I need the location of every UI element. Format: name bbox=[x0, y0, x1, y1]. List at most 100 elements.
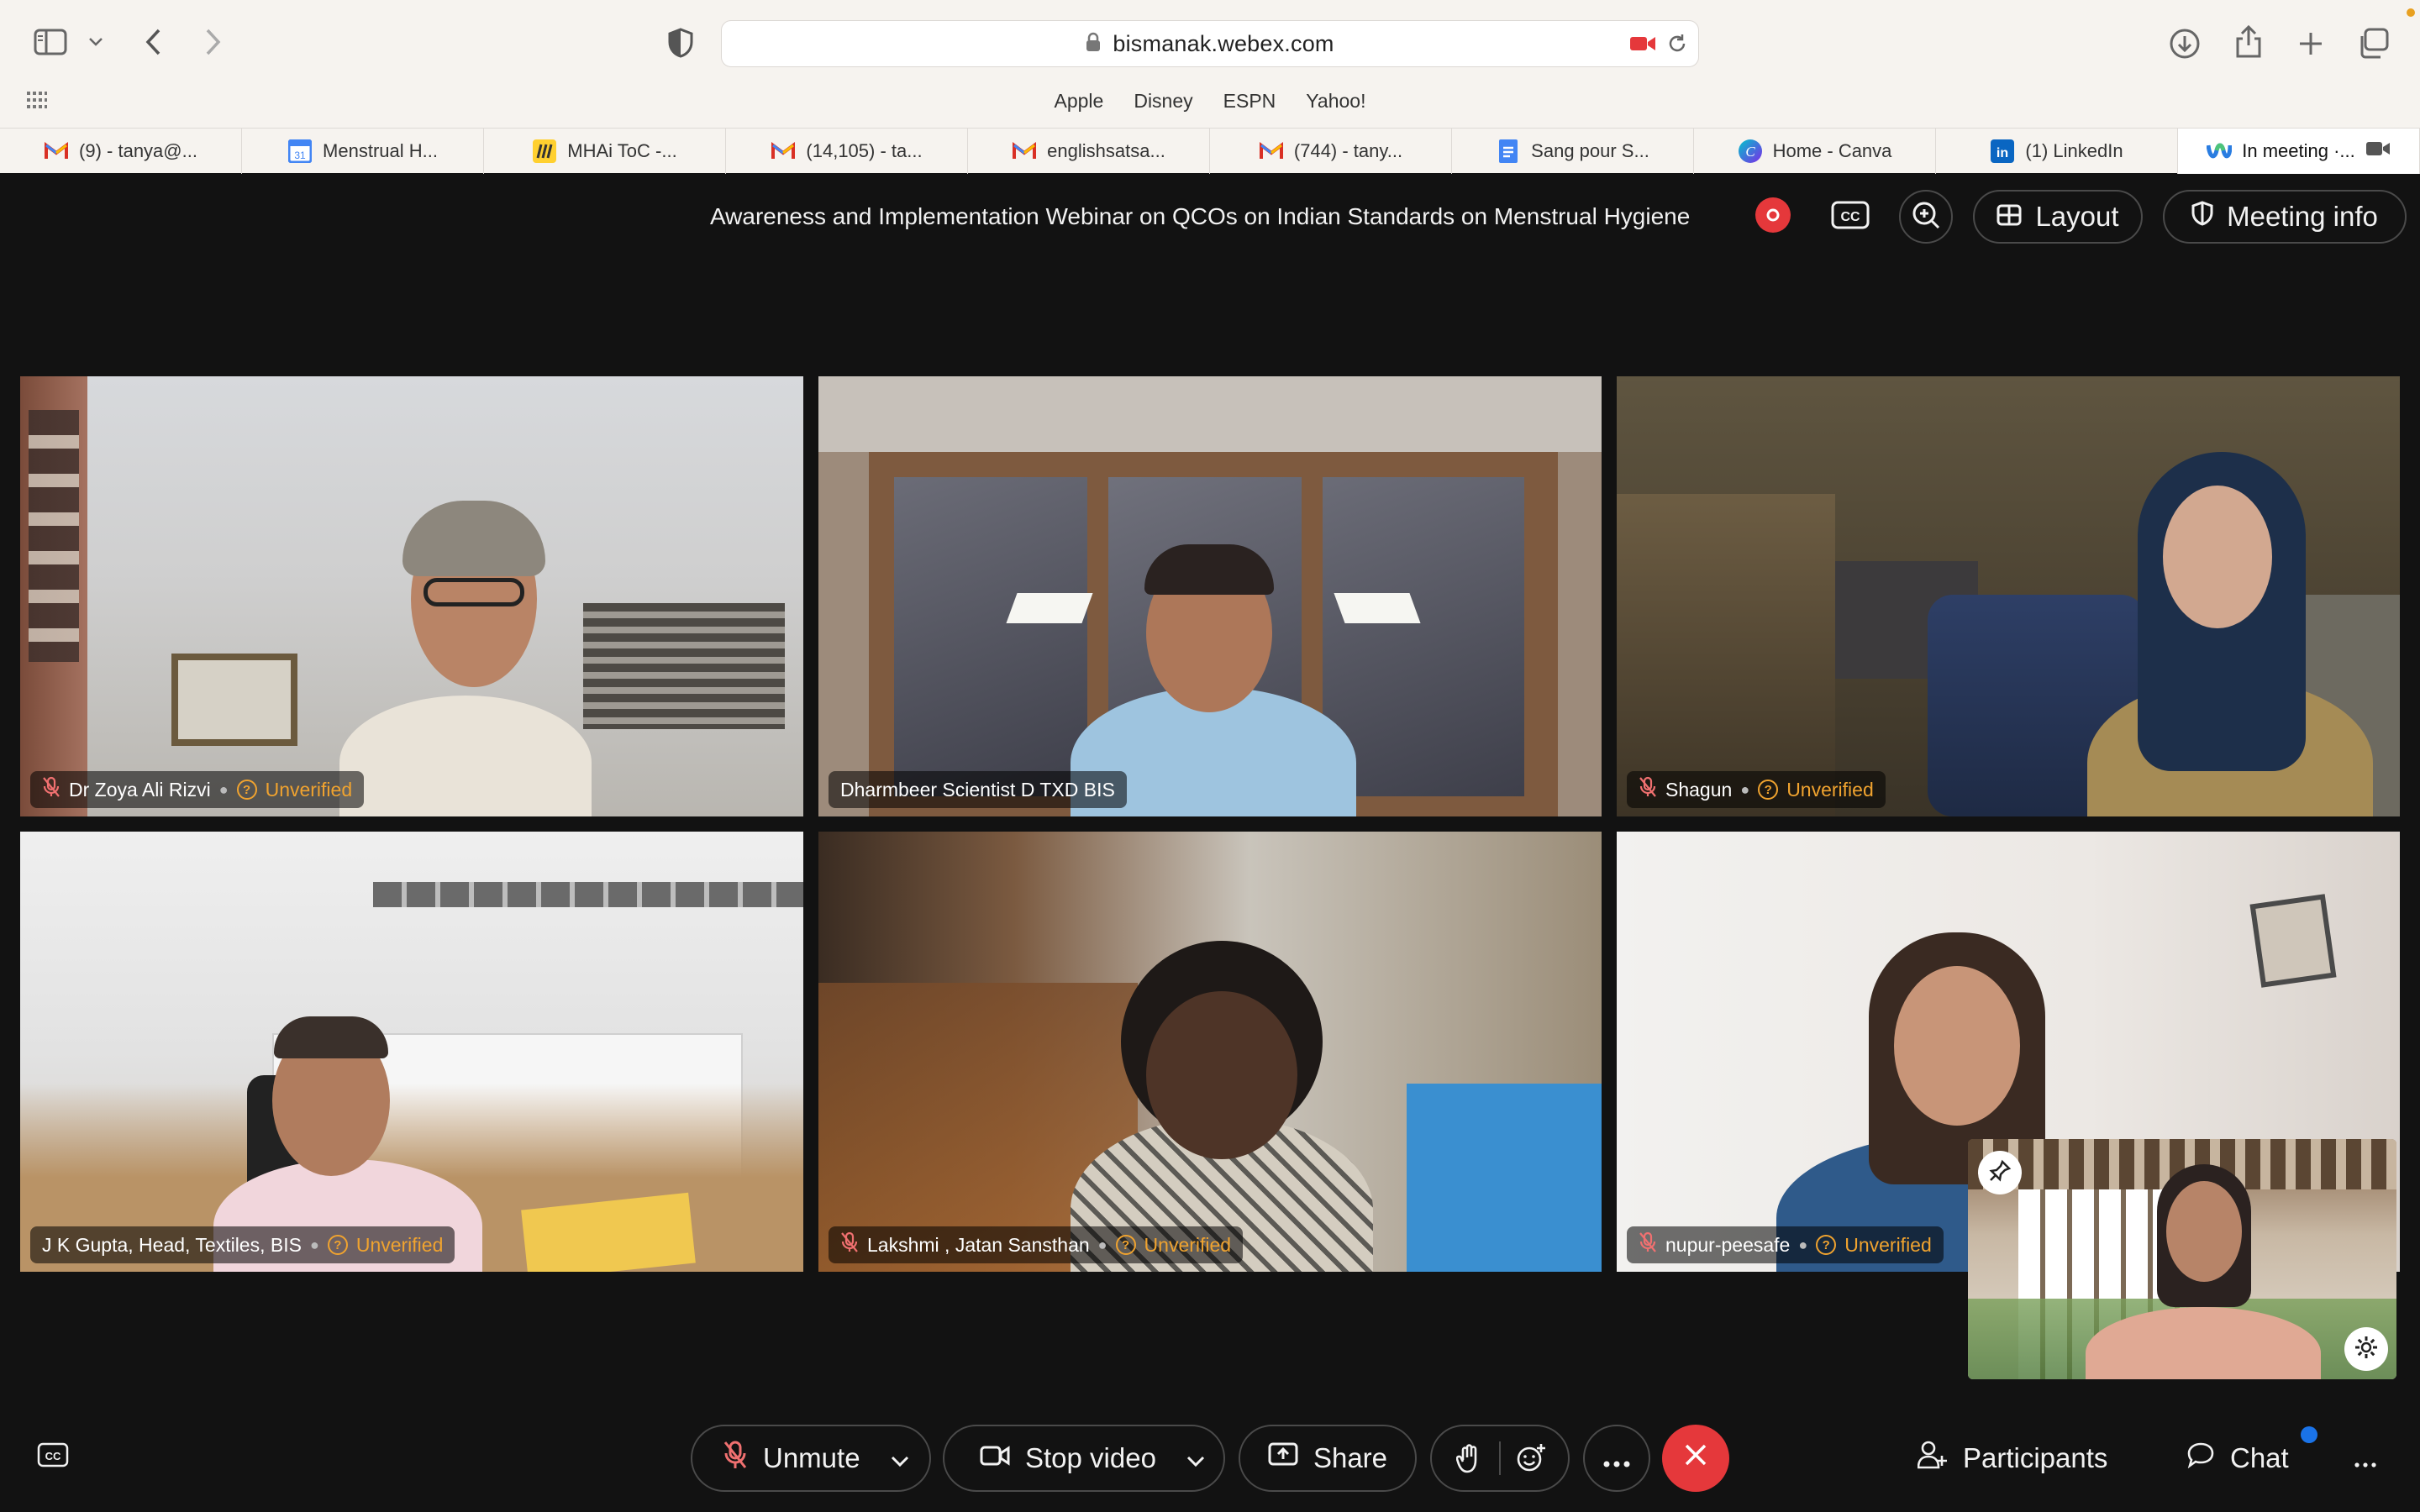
video-tile-dharmbeer[interactable]: Dharmbeer Scientist D TXD BIS bbox=[818, 376, 1602, 816]
canva-icon: C bbox=[1738, 139, 1763, 164]
chat-button[interactable]: Chat bbox=[2186, 1428, 2289, 1488]
sidebar-toggle-icon[interactable] bbox=[32, 27, 69, 57]
privacy-shield-icon[interactable] bbox=[664, 25, 697, 60]
unverified-status: Unverified bbox=[1786, 778, 1874, 801]
tab-gmail-744[interactable]: (744) - tany... bbox=[1210, 129, 1452, 174]
mic-muted-icon bbox=[1639, 1231, 1657, 1258]
browser-chrome: bismanak.webex.com Apple Disney ESPN Yah… bbox=[0, 0, 2420, 174]
share-icon[interactable] bbox=[2230, 24, 2267, 60]
new-tab-icon[interactable] bbox=[2292, 25, 2329, 62]
tab-mhai-toc[interactable]: MHAi ToC -... bbox=[484, 129, 726, 174]
tab-gmail-tanya[interactable]: (9) - tanya@... bbox=[0, 129, 242, 174]
lock-icon bbox=[1086, 32, 1101, 56]
forward-icon[interactable] bbox=[198, 25, 229, 59]
more-panels-button[interactable] bbox=[2354, 1428, 2376, 1488]
svg-text:31: 31 bbox=[294, 150, 306, 161]
favorite-espn[interactable]: ESPN bbox=[1223, 84, 1276, 118]
chevron-down-icon[interactable] bbox=[891, 1442, 909, 1474]
captions-button[interactable]: CC bbox=[1823, 190, 1877, 244]
tab-canva[interactable]: C Home - Canva bbox=[1694, 129, 1936, 174]
svg-text:CC: CC bbox=[1840, 210, 1860, 224]
tab-webex-meeting[interactable]: In meeting ·... bbox=[2178, 129, 2420, 174]
favorite-apple[interactable]: Apple bbox=[1055, 84, 1104, 118]
chevron-down-icon[interactable] bbox=[84, 32, 108, 52]
participant-label: Dr Zoya Ali Rizvi ● ? Unverified bbox=[30, 771, 365, 808]
participant-name: nupur-peesafe bbox=[1665, 1233, 1791, 1256]
video-tile-lakshmi[interactable]: Lakshmi , Jatan Sansthan ● ? Unverified bbox=[818, 832, 1602, 1272]
gmail-icon bbox=[1012, 139, 1037, 164]
gear-icon bbox=[2354, 1335, 2379, 1364]
captions-toggle[interactable]: CC bbox=[37, 1428, 69, 1488]
participant-label: Shagun ● ? Unverified bbox=[1627, 771, 1886, 808]
mic-muted-icon bbox=[840, 1231, 859, 1258]
calendar-icon: 31 bbox=[287, 139, 313, 164]
unverified-status: Unverified bbox=[1144, 1233, 1232, 1256]
gmail-icon bbox=[1259, 139, 1284, 164]
unverified-icon: ? bbox=[1758, 780, 1779, 800]
recording-indicator[interactable] bbox=[1746, 190, 1800, 244]
tab-gmail-englishsatsa[interactable]: englishsatsa... bbox=[968, 129, 1210, 174]
shield-icon bbox=[2191, 201, 2213, 233]
participant-name: Dharmbeer Scientist D TXD BIS bbox=[840, 778, 1115, 801]
tab-overview-icon[interactable] bbox=[2354, 25, 2391, 62]
video-feed bbox=[20, 832, 803, 1272]
unverified-icon: ? bbox=[1115, 1235, 1136, 1255]
favorite-yahoo[interactable]: Yahoo! bbox=[1306, 84, 1365, 118]
participant-name: Dr Zoya Ali Rizvi bbox=[69, 778, 211, 801]
video-feed bbox=[818, 376, 1602, 816]
more-icon bbox=[2354, 1442, 2376, 1474]
share-button[interactable]: Share bbox=[1239, 1425, 1417, 1492]
participant-name: Lakshmi , Jatan Sansthan bbox=[867, 1233, 1090, 1256]
raise-hand-icon[interactable] bbox=[1439, 1443, 1499, 1473]
self-view-settings-button[interactable] bbox=[2344, 1327, 2388, 1371]
camera-icon bbox=[980, 1442, 1010, 1474]
tab-sang-pour-s[interactable]: Sang pour S... bbox=[1452, 129, 1694, 174]
downloads-icon[interactable] bbox=[2166, 25, 2203, 62]
camera-in-use-icon[interactable] bbox=[1629, 34, 1656, 57]
self-view-video[interactable] bbox=[1968, 1139, 2396, 1379]
leave-meeting-button[interactable] bbox=[1662, 1425, 1729, 1492]
share-screen-icon bbox=[1268, 1442, 1298, 1474]
video-tile-zoya[interactable]: Dr Zoya Ali Rizvi ● ? Unverified bbox=[20, 376, 803, 816]
mic-muted-icon bbox=[723, 1440, 748, 1477]
tab-gmail-14105[interactable]: (14,105) - ta... bbox=[726, 129, 968, 174]
chevron-down-icon[interactable] bbox=[1186, 1442, 1205, 1474]
address-bar[interactable]: bismanak.webex.com bbox=[721, 20, 1699, 67]
emoji-reaction-icon[interactable] bbox=[1501, 1443, 1561, 1473]
participants-icon bbox=[1917, 1441, 1948, 1476]
favorite-disney[interactable]: Disney bbox=[1134, 84, 1192, 118]
participant-label: J K Gupta, Head, Textiles, BIS ● ? Unver… bbox=[30, 1226, 455, 1263]
participant-name: Shagun bbox=[1665, 778, 1733, 801]
unmute-button[interactable]: Unmute bbox=[691, 1425, 931, 1492]
tab-linkedin[interactable]: in (1) LinkedIn bbox=[1936, 129, 2178, 174]
close-icon bbox=[1683, 1442, 1708, 1474]
linkedin-icon: in bbox=[1990, 139, 2015, 164]
zoom-button[interactable] bbox=[1899, 190, 1953, 244]
meeting-info-button[interactable]: Meeting info bbox=[2163, 190, 2407, 244]
docs-icon bbox=[1496, 139, 1521, 164]
more-options-button[interactable] bbox=[1583, 1425, 1650, 1492]
video-tile-jk-gupta[interactable]: J K Gupta, Head, Textiles, BIS ● ? Unver… bbox=[20, 832, 803, 1272]
gmail-icon bbox=[771, 139, 796, 164]
zoom-in-icon bbox=[1911, 200, 1941, 234]
stop-video-button[interactable]: Stop video bbox=[943, 1425, 1225, 1492]
unverified-status: Unverified bbox=[1844, 1233, 1932, 1256]
video-feed bbox=[818, 832, 1602, 1272]
tab-menstrual-calendar[interactable]: 31 Menstrual H... bbox=[242, 129, 484, 174]
svg-text:in: in bbox=[1996, 146, 2008, 160]
url-text: bismanak.webex.com bbox=[1113, 30, 1334, 56]
cc-icon: CC bbox=[37, 1442, 69, 1474]
unverified-status: Unverified bbox=[265, 778, 353, 801]
pin-button[interactable] bbox=[1978, 1151, 2022, 1194]
layout-button[interactable]: Layout bbox=[1973, 190, 2143, 244]
participants-button[interactable]: Participants bbox=[1917, 1428, 2107, 1488]
back-icon[interactable] bbox=[138, 25, 168, 59]
unverified-icon: ? bbox=[327, 1235, 348, 1255]
video-feed bbox=[1968, 1139, 2396, 1379]
video-tile-shagun[interactable]: Shagun ● ? Unverified bbox=[1617, 376, 2400, 816]
tab-camera-icon bbox=[2365, 140, 2391, 162]
reload-icon[interactable] bbox=[1666, 33, 1688, 59]
notification-dot-icon bbox=[2407, 8, 2415, 17]
layout-grid-icon bbox=[1996, 201, 2022, 233]
mic-muted-icon bbox=[42, 776, 60, 803]
